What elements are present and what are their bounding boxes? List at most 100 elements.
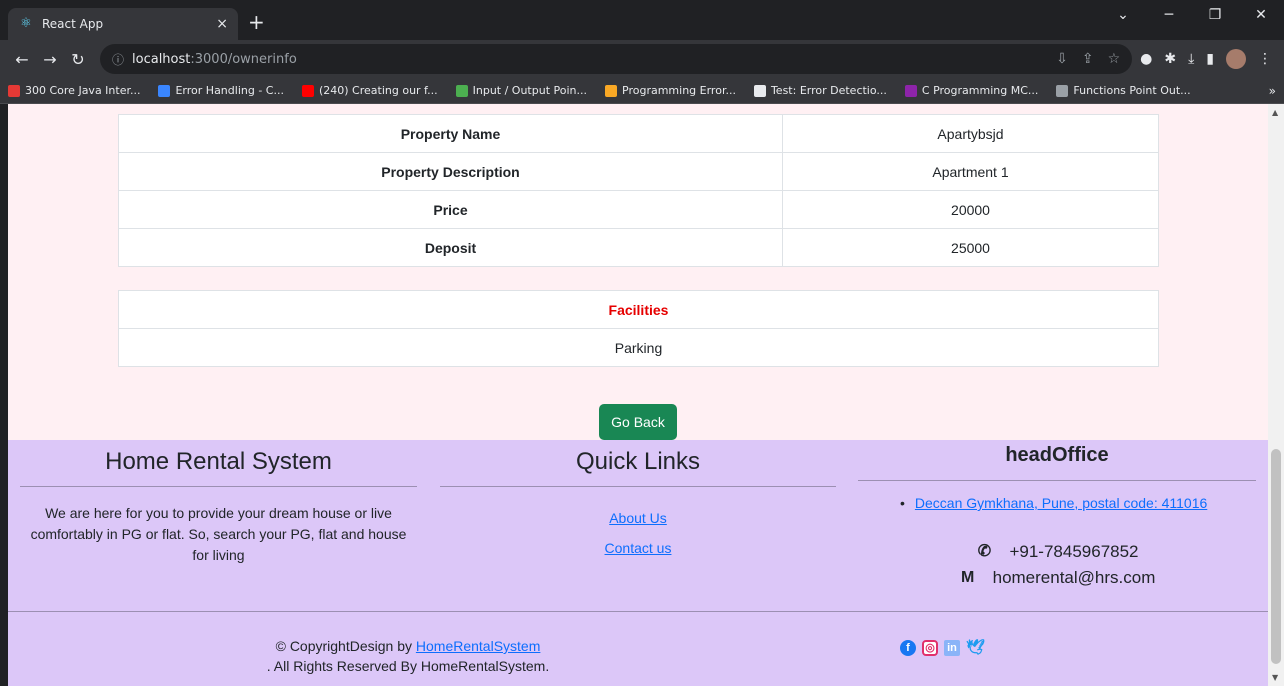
detail-key: Price [118, 190, 783, 229]
back-icon[interactable]: ← [8, 50, 36, 69]
bookmark-item[interactable]: Error Handling - C... [158, 84, 284, 97]
rights-text: . All Rights Reserved By HomeRentalSyste… [266, 658, 550, 674]
detail-key: Property Name [118, 114, 783, 153]
table-row: Price 20000 [118, 190, 1159, 229]
new-tab-button[interactable]: + [248, 10, 265, 34]
footer-about: Home Rental System We are here for you t… [20, 440, 417, 566]
twitter-icon[interactable]: 🕊 [966, 640, 985, 656]
facilities-heading: Facilities [118, 290, 1159, 329]
bookmarks-more-icon[interactable]: » [1269, 84, 1276, 98]
tab-close-icon[interactable]: × [216, 16, 228, 32]
divider [440, 486, 836, 487]
tab-title: React App [42, 17, 104, 31]
menu-icon[interactable]: ⋮ [1258, 51, 1272, 67]
table-row: Property Description Apartment 1 [118, 152, 1159, 191]
bookmark-favicon-icon [904, 84, 917, 97]
contact-us-link[interactable]: Contact us [605, 540, 672, 556]
bookmark-star-icon[interactable]: ☆ [1108, 51, 1121, 67]
scroll-up-icon[interactable]: ▲ [1272, 108, 1278, 117]
profile-avatar[interactable] [1226, 49, 1246, 69]
quick-links-title: Quick Links [575, 448, 701, 475]
head-office-title: headOffice [1005, 444, 1109, 466]
restore-icon[interactable]: ❐ [1192, 0, 1238, 30]
share-icon[interactable]: ⇪ [1082, 51, 1094, 67]
address-link[interactable]: Deccan Gymkhana, Pune, postal code: 4110… [915, 495, 1207, 511]
facebook-icon[interactable]: f [900, 640, 916, 656]
scrollbar-thumb[interactable] [1271, 449, 1281, 664]
instagram-icon[interactable]: ◎ [922, 640, 938, 656]
bookmark-item[interactable]: Input / Output Poin... [455, 84, 588, 97]
bookmark-label: Input / Output Poin... [472, 84, 588, 97]
bookmark-label: (240) Creating our f... [318, 84, 438, 97]
puzzle-icon[interactable]: ✱ [1164, 51, 1176, 67]
url-host: localhost [132, 51, 191, 67]
bookmark-item[interactable]: Functions Point Out... [1056, 84, 1191, 97]
bookmark-item[interactable]: C Programming MC... [904, 84, 1039, 97]
detail-value: 20000 [782, 190, 1159, 229]
react-icon: ⚛ [20, 16, 32, 31]
phone-number: +91-7845967852 [1009, 542, 1139, 561]
facilities-table: Facilities Parking [118, 290, 1159, 367]
bookmark-label: Functions Point Out... [1073, 84, 1191, 97]
bookmark-item[interactable]: (240) Creating our f... [301, 84, 438, 97]
detail-value: Apartment 1 [782, 152, 1159, 191]
bookmark-label: Test: Error Detectio... [770, 84, 887, 97]
page-viewport: Property Name Apartybsjd Property Descript… [8, 104, 1268, 686]
bookmark-label: Programming Error... [622, 84, 736, 97]
go-back-button[interactable]: Go Back [599, 404, 677, 440]
bookmark-favicon-icon [753, 84, 766, 97]
footer-quick-links: Quick Links About Us Contact us [440, 440, 836, 563]
bookmark-favicon-icon [1056, 84, 1069, 97]
bookmark-favicon-icon [605, 84, 618, 97]
forward-icon[interactable]: → [36, 50, 64, 69]
copyright: © CopyrightDesign by HomeRentalSystem . … [258, 636, 558, 676]
footer-about-title: Home Rental System [105, 448, 332, 475]
linkedin-icon[interactable]: in [944, 640, 960, 656]
browser-toolbar: ← → ↻ ⓘ localhost :3000/ownerinfo ⇩ ⇪ ☆ … [0, 40, 1284, 78]
scroll-down-icon[interactable]: ▼ [1272, 673, 1278, 682]
url-path: :3000/ownerinfo [190, 51, 297, 67]
bookmarks-bar: 300 Core Java Inter... Error Handling - C… [0, 78, 1284, 104]
bookmark-item[interactable]: Test: Error Detectio... [753, 84, 887, 97]
table-row: Property Name Apartybsjd [118, 114, 1159, 153]
site-info-icon[interactable]: ⓘ [112, 51, 124, 68]
bookmark-favicon-icon [301, 84, 314, 97]
social-icons: f ◎ in 🕊 [900, 640, 985, 656]
minimize-icon[interactable]: ─ [1146, 0, 1192, 30]
bookmark-label: C Programming MC... [921, 84, 1039, 97]
install-icon[interactable]: ⇩ [1056, 51, 1068, 67]
bookmark-favicon-icon [8, 84, 20, 97]
table-row: Deposit 25000 [118, 228, 1159, 267]
detail-key: Property Description [118, 152, 783, 191]
copyright-prefix: © CopyrightDesign by [275, 638, 416, 654]
address-bar[interactable]: ⓘ localhost :3000/ownerinfo ⇩ ⇪ ☆ [100, 44, 1133, 74]
tab-strip: ⚛ React App × + ⌄ ─ ❐ ✕ [0, 0, 1284, 40]
footer-about-text: We are here for you to provide your drea… [30, 505, 407, 563]
detail-value: Apartybsjd [782, 114, 1159, 153]
vertical-scrollbar[interactable]: ▲ ▼ [1268, 104, 1284, 686]
bookmark-favicon-icon [158, 84, 171, 97]
divider [20, 486, 417, 487]
footer-divider [8, 611, 1268, 612]
gmail-icon: M [960, 569, 975, 586]
table-row: Facilities [118, 290, 1159, 329]
phone-icon: ✆ [977, 543, 992, 560]
window-controls: ⌄ ─ ❐ ✕ [1100, 0, 1284, 30]
bookmark-item[interactable]: 300 Core Java Inter... [8, 84, 140, 97]
bookmark-label: Error Handling - C... [175, 84, 284, 97]
tab-search-icon[interactable]: ⌄ [1100, 0, 1146, 30]
browser-tab[interactable]: ⚛ React App × [8, 8, 238, 40]
reload-icon[interactable]: ↻ [64, 50, 92, 69]
bullet-icon: • [900, 495, 905, 511]
copyright-link[interactable]: HomeRentalSystem [416, 638, 541, 654]
sidepanel-icon[interactable]: ▮ [1206, 51, 1214, 67]
footer: Home Rental System We are here for you t… [8, 440, 1268, 686]
footer-head-office: headOffice • Deccan Gymkhana, Pune, posta… [858, 440, 1256, 591]
download-icon[interactable]: ⤓ [1188, 51, 1194, 67]
about-us-link[interactable]: About Us [609, 510, 667, 526]
detail-value: 25000 [782, 228, 1159, 267]
close-window-icon[interactable]: ✕ [1238, 0, 1284, 30]
bookmark-item[interactable]: Programming Error... [605, 84, 736, 97]
table-row: Parking [118, 328, 1159, 367]
extension-icon[interactable]: ● [1140, 51, 1152, 67]
